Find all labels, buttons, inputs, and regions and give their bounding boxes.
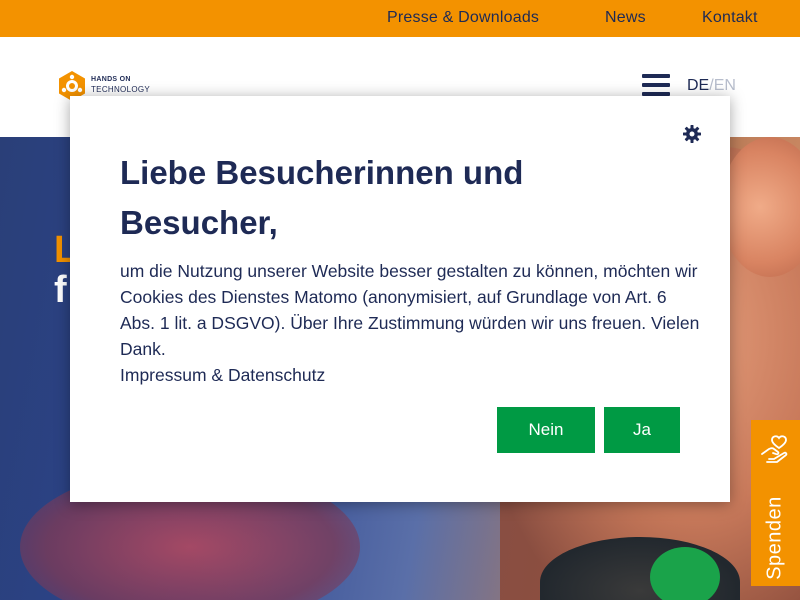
hand-heart-icon <box>761 435 788 463</box>
logo-text-line1: HANDS ON <box>91 76 131 83</box>
nav-link-presse-downloads[interactable]: Presse & Downloads <box>387 9 539 27</box>
menu-icon[interactable] <box>642 74 670 96</box>
nav-link-kontakt[interactable]: Kontakt <box>702 9 758 27</box>
hero-heading-line2: f <box>54 269 67 311</box>
cookie-dialog-title: Liebe Besucherinnen und Besucher, <box>120 154 524 241</box>
hero-photo-wheel <box>650 547 720 600</box>
gear-icon[interactable] <box>682 124 702 144</box>
logo-text-line2: TECHNOLOGY <box>91 85 151 94</box>
accept-button[interactable]: Ja <box>604 407 680 453</box>
top-nav-bar: Presse & Downloads News Kontakt <box>0 0 800 37</box>
privacy-link[interactable]: Impressum & Datenschutz <box>120 362 325 388</box>
cookie-dialog-text: um die Nutzung unserer Website besser ge… <box>120 261 700 359</box>
donate-label: Spenden <box>763 496 786 580</box>
decline-button[interactable]: Nein <box>497 407 595 453</box>
donate-tab[interactable]: Spenden <box>751 420 800 586</box>
lang-en-link[interactable]: EN <box>714 77 736 94</box>
lang-de-link[interactable]: DE <box>687 77 709 94</box>
cookie-consent-dialog: Liebe Besucherinnen und Besucher, um die… <box>70 96 730 502</box>
nav-link-news[interactable]: News <box>605 9 646 27</box>
language-switcher: DE/EN <box>687 77 736 95</box>
